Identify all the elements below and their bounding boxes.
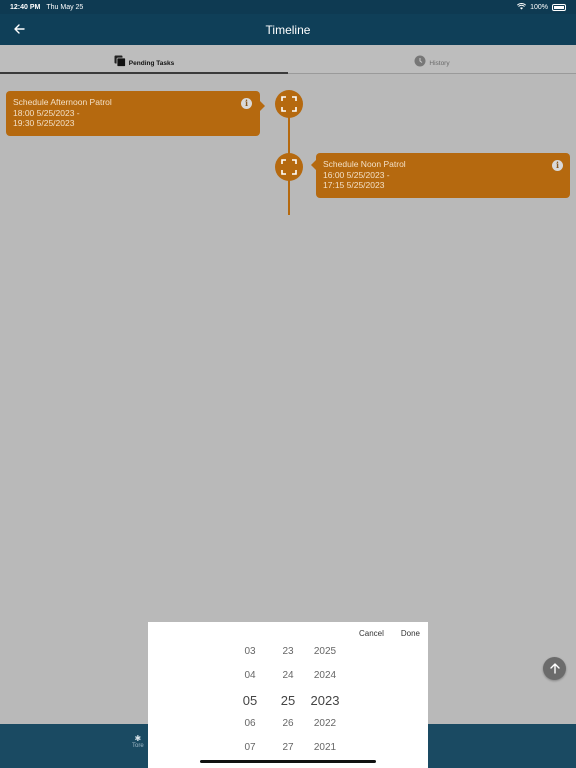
timeline-card[interactable]: Schedule Noon Patrol 16:00 5/25/2023 - 1… bbox=[311, 153, 570, 198]
day-selected[interactable]: 25 bbox=[268, 693, 308, 708]
nav-label: Tore bbox=[132, 743, 144, 749]
tab-label: History bbox=[429, 60, 450, 67]
task-start: 18:00 5/25/2023 - bbox=[13, 107, 80, 118]
expand-icon bbox=[281, 96, 297, 112]
page-title: Timeline bbox=[265, 22, 311, 37]
tab-pending-tasks[interactable]: Pending Tasks bbox=[0, 45, 288, 74]
year-option[interactable]: 2021 bbox=[305, 742, 345, 753]
app-bar: Timeline bbox=[0, 14, 576, 45]
battery-icon bbox=[552, 3, 566, 11]
status-bar: 12:40 PM Thu May 25 100% bbox=[0, 0, 576, 14]
status-right: 100% bbox=[517, 2, 566, 12]
month-option[interactable]: 03 bbox=[230, 646, 270, 657]
expand-icon bbox=[281, 159, 297, 175]
tab-history[interactable]: History bbox=[288, 45, 576, 74]
day-option[interactable]: 26 bbox=[268, 718, 308, 729]
done-button[interactable]: Done bbox=[401, 629, 420, 638]
status-date: Thu May 25 bbox=[46, 3, 84, 11]
month-option[interactable]: 04 bbox=[230, 670, 270, 681]
clock-icon bbox=[414, 55, 426, 66]
arrow-left-icon bbox=[13, 24, 25, 34]
task-end: 17:15 5/25/2023 bbox=[323, 180, 385, 191]
home-indicator[interactable] bbox=[200, 760, 376, 763]
info-icon[interactable]: i bbox=[241, 98, 252, 109]
day-option[interactable]: 27 bbox=[268, 742, 308, 753]
timeline-card[interactable]: Schedule Afternoon Patrol 18:00 5/25/202… bbox=[6, 91, 265, 136]
year-selected[interactable]: 2023 bbox=[305, 693, 345, 708]
month-selected[interactable]: 05 bbox=[230, 693, 270, 708]
cancel-button[interactable]: Cancel bbox=[359, 629, 384, 638]
year-option[interactable]: 2022 bbox=[305, 718, 345, 729]
back-button[interactable] bbox=[10, 20, 28, 38]
picker-actions: Cancel Done bbox=[359, 629, 420, 638]
stack-icon bbox=[114, 55, 126, 67]
task-end: 19:30 5/25/2023 bbox=[13, 118, 75, 129]
sun-icon: ✱ bbox=[134, 734, 142, 743]
timeline-node[interactable] bbox=[275, 153, 303, 181]
status-time: 12:40 PM bbox=[10, 3, 41, 11]
month-option[interactable]: 06 bbox=[230, 718, 270, 729]
task-title: Schedule Afternoon Patrol bbox=[13, 97, 112, 107]
task-title: Schedule Noon Patrol bbox=[323, 159, 406, 169]
nav-item[interactable]: ✱ Tore bbox=[132, 734, 144, 749]
month-option[interactable]: 07 bbox=[230, 742, 270, 753]
battery-percent: 100% bbox=[530, 3, 548, 11]
scroll-top-button[interactable] bbox=[543, 657, 566, 680]
tab-bar: Pending Tasks History bbox=[0, 45, 576, 74]
wifi-icon bbox=[517, 2, 527, 12]
arrow-up-icon bbox=[549, 663, 560, 674]
year-option[interactable]: 2024 bbox=[305, 670, 345, 681]
tab-label: Pending Tasks bbox=[128, 60, 175, 67]
day-option[interactable]: 23 bbox=[268, 646, 308, 657]
task-start: 16:00 5/25/2023 - bbox=[323, 169, 390, 180]
timeline-node[interactable] bbox=[275, 90, 303, 118]
year-option[interactable]: 2025 bbox=[305, 646, 345, 657]
day-option[interactable]: 24 bbox=[268, 670, 308, 681]
info-icon[interactable]: i bbox=[552, 160, 563, 171]
date-picker: Cancel Done 03 04 05 06 07 23 24 25 26 2… bbox=[148, 622, 428, 768]
